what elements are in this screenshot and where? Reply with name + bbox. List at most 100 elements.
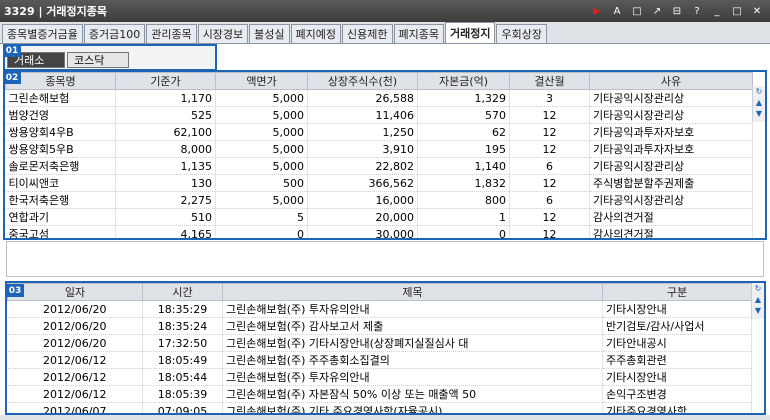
cell-fiscal-month: 6 <box>509 157 590 175</box>
grid3-scrollbar[interactable]: ↻ ▲ ▼ <box>751 283 764 319</box>
grid2-scrollbar[interactable]: ↻ ▲ ▼ <box>752 86 765 122</box>
maximize-icon[interactable]: □ <box>728 3 746 19</box>
cell-name: 쌍용양회4우B <box>5 123 116 141</box>
cell-capital: 1 <box>417 208 510 226</box>
cell-name: 그린손해보험 <box>5 89 116 107</box>
table-row[interactable]: 범양건영 525 5,000 11,406 570 12 기타공익시장관리상 <box>5 106 753 124</box>
tab-delisted[interactable]: 폐지종목 <box>393 24 444 43</box>
tab-backdoor-listing[interactable]: 우회상장 <box>496 24 547 43</box>
col-header-time[interactable]: 시간 <box>142 283 223 301</box>
cell-subject: 그린손해보험(주) 감사보고서 제출 <box>222 317 603 335</box>
cell-category: 기타시장안내 <box>602 368 752 386</box>
col-header-fiscal-month[interactable]: 결산월 <box>509 72 590 90</box>
refresh-icon[interactable]: ↻ <box>753 86 765 97</box>
table-row[interactable]: 쌍용양회5우B 8,000 5,000 3,910 195 12 기타공익과투자자보호 <box>5 140 753 158</box>
tab-unfaithful[interactable]: 불성실 <box>249 24 290 43</box>
minimize-icon[interactable]: _ <box>708 3 726 19</box>
scroll-down-icon[interactable]: ▼ <box>753 108 765 119</box>
tab-market-alert[interactable]: 시장경보 <box>197 24 249 43</box>
cell-subject: 그린손해보험(주) 투자유의안내 <box>222 300 603 318</box>
cell-time: 18:05:39 <box>142 385 223 403</box>
list-item[interactable]: 2012/06/07 07:09:05 그린손해보험(주) 기타 주요경영사항(자율… <box>7 402 752 413</box>
tab-delisting-planned[interactable]: 폐지예정 <box>290 24 342 43</box>
scroll-up-icon[interactable]: ▲ <box>752 294 764 305</box>
scroll-down-icon[interactable]: ▼ <box>752 305 764 316</box>
table-header-row: 일자 시간 제목 구분 <box>7 283 752 301</box>
col-header-capital[interactable]: 자본금(억) <box>417 72 510 90</box>
play-icon[interactable]: ▶ <box>588 3 606 19</box>
table-row[interactable]: 티이씨앤코 130 500 366,562 1,832 12 주식병합분할주권제출 <box>5 174 753 192</box>
scroll-up-icon[interactable]: ▲ <box>753 97 765 108</box>
cell-name: 티이씨앤코 <box>5 174 116 192</box>
cell-par-value: 0 <box>215 225 308 238</box>
table-row[interactable]: 쌍용양회4우B 62,100 5,000 1,250 62 12 기타공익과투자자보호 <box>5 123 753 141</box>
col-header-subject[interactable]: 제목 <box>222 283 603 301</box>
cell-listed-shares: 30,000 <box>307 225 418 238</box>
cell-date: 2012/06/20 <box>7 334 143 352</box>
cell-par-value: 5,000 <box>215 106 308 124</box>
refresh-icon[interactable]: ↻ <box>752 283 764 294</box>
tab-credit-limit[interactable]: 신용제한 <box>342 24 393 43</box>
col-header-par-value[interactable]: 액면가 <box>215 72 308 90</box>
section-badge-01: 01 <box>3 44 21 57</box>
list-item[interactable]: 2012/06/12 18:05:44 그린손해보험(주) 투자유의안내 기타시장안내 <box>7 368 752 386</box>
table-row[interactable]: 한국저축은행 2,275 5,000 16,000 800 6 기타공익시장관리상 <box>5 191 753 209</box>
list-item[interactable]: 2012/06/20 17:32:50 그린손해보험(주) 기타시장안내(상장폐지실… <box>7 334 752 352</box>
tab-managed[interactable]: 관리종목 <box>146 24 197 43</box>
kosdaq-button[interactable]: 코스닥 <box>67 52 129 68</box>
disclosure-grid: 일자 시간 제목 구분 2012/06/20 18:35:29 그린손해보험(주) … <box>5 281 766 415</box>
list-item[interactable]: 2012/06/12 18:05:39 그린손해보험(주) 자본잠식 50% 이상 … <box>7 385 752 403</box>
cell-par-value: 5,000 <box>215 191 308 209</box>
cell-listed-shares: 1,250 <box>307 123 418 141</box>
print-icon[interactable]: ⊟ <box>668 3 686 19</box>
close-icon[interactable]: ✕ <box>748 3 766 19</box>
cell-name: 중국고섬 <box>5 225 116 238</box>
col-header-date[interactable]: 일자 <box>7 283 143 301</box>
disclosure-table: 일자 시간 제목 구분 2012/06/20 18:35:29 그린손해보험(주) … <box>7 283 752 413</box>
cell-time: 07:09:05 <box>142 402 223 413</box>
cell-capital: 62 <box>417 123 510 141</box>
cell-time: 17:32:50 <box>142 334 223 352</box>
tab-margin-100[interactable]: 증거금100 <box>83 24 146 43</box>
col-header-listed-shares[interactable]: 상장주식수(천) <box>307 72 418 90</box>
list-item[interactable]: 2012/06/20 18:35:24 그린손해보험(주) 감사보고서 제출 반기검토… <box>7 317 752 335</box>
col-header-name[interactable]: 종목명 <box>5 72 116 90</box>
table-row[interactable]: 그린손해보험 1,170 5,000 26,588 1,329 3 기타공익시장관리상 <box>5 89 753 107</box>
list-item[interactable]: 2012/06/12 18:05:49 그린손해보험(주) 주주총회소집결의 주주총회… <box>7 351 752 369</box>
col-header-reason[interactable]: 사유 <box>589 72 753 90</box>
cell-subject: 그린손해보험(주) 자본잠식 50% 이상 또는 매출액 50 <box>222 385 603 403</box>
tab-trading-halt[interactable]: 거래정지 <box>445 22 496 43</box>
cell-date: 2012/06/07 <box>7 402 143 413</box>
cell-reason: 기타공익시장관리상 <box>589 106 753 124</box>
cell-listed-shares: 11,406 <box>307 106 418 124</box>
cell-fiscal-month: 12 <box>509 123 590 141</box>
col-header-base-price[interactable]: 기준가 <box>115 72 216 90</box>
link-icon[interactable]: ↗ <box>648 3 666 19</box>
cell-date: 2012/06/12 <box>7 385 143 403</box>
tab-margin-rate[interactable]: 종목별증거금율 <box>2 24 83 43</box>
cell-reason: 기타공익시장관리상 <box>589 157 753 175</box>
table-row[interactable]: 솔로몬저축은행 1,135 5,000 22,802 1,140 6 기타공익시장관리상 <box>5 157 753 175</box>
help-icon[interactable]: ? <box>688 3 706 19</box>
cell-listed-shares: 20,000 <box>307 208 418 226</box>
cell-date: 2012/06/12 <box>7 351 143 369</box>
cell-time: 18:35:29 <box>142 300 223 318</box>
window-icon[interactable]: □ <box>628 3 646 19</box>
cell-reason: 주식병합분할주권제출 <box>589 174 753 192</box>
empty-panel <box>6 241 764 277</box>
table-row[interactable]: 연합과기 510 5 20,000 1 12 감사의견거절 <box>5 208 753 226</box>
cell-base-price: 1,135 <box>115 157 216 175</box>
cell-fiscal-month: 12 <box>509 225 590 238</box>
cell-base-price: 8,000 <box>115 140 216 158</box>
cell-reason: 감사의견거절 <box>589 225 753 238</box>
cell-fiscal-month: 12 <box>509 106 590 124</box>
window-tools: ▶ A □ ↗ ⊟ ? _ □ ✕ <box>588 3 770 19</box>
list-item[interactable]: 2012/06/20 18:35:29 그린손해보험(주) 투자유의안내 기타시장안내 <box>7 300 752 318</box>
cell-category: 손익구조변경 <box>602 385 752 403</box>
table-row[interactable]: 중국고섬 4,165 0 30,000 0 12 감사의견거절 <box>5 225 753 238</box>
cell-base-price: 1,170 <box>115 89 216 107</box>
col-header-category[interactable]: 구분 <box>602 283 752 301</box>
font-icon[interactable]: A <box>608 3 626 19</box>
cell-base-price: 4,165 <box>115 225 216 238</box>
cell-category: 기타안내공시 <box>602 334 752 352</box>
